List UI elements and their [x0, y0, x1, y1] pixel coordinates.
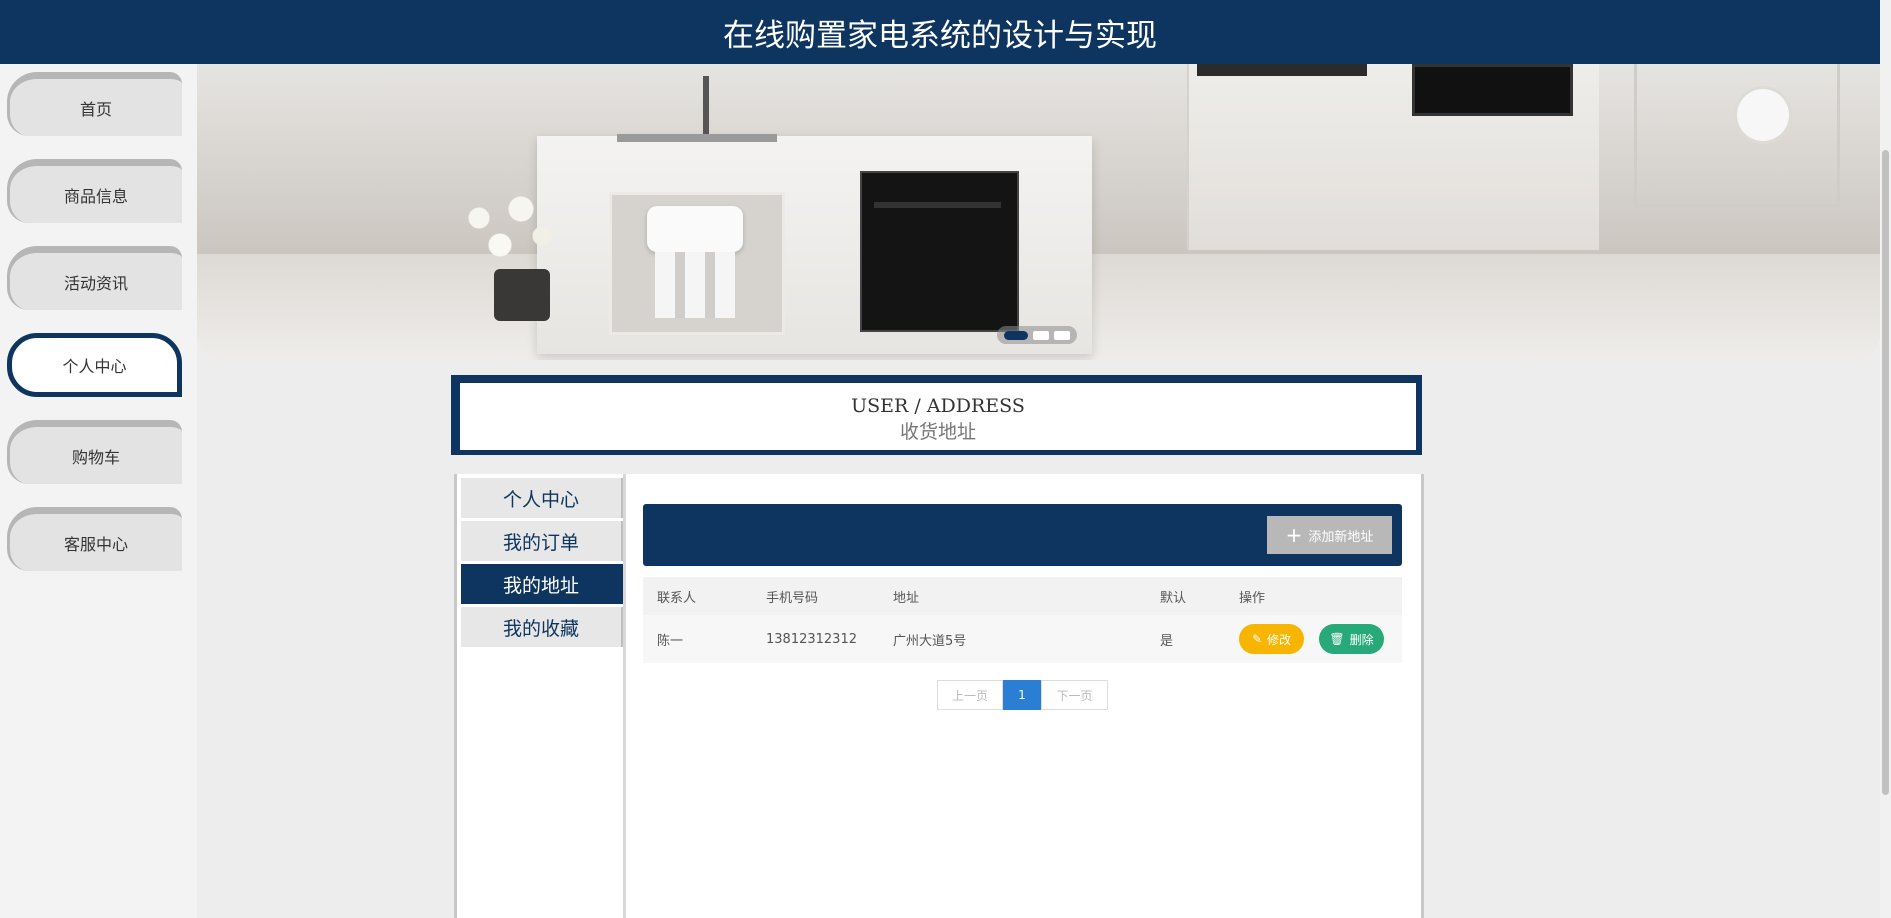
sidebar-item-label: 客服中心	[63, 534, 128, 554]
dishwasher	[860, 171, 1019, 332]
site-header: 在线购置家电系统的设计与实现	[0, 0, 1880, 64]
delete-label: 删除	[1349, 632, 1374, 647]
pencil-icon: ✎	[1251, 632, 1263, 646]
table-row: 陈一 13812312312 广州大道5号 是 ✎ 修改 🗑 删除	[643, 615, 1402, 663]
sidebar-item-label: 个人中心	[62, 357, 127, 376]
address-toolbar: + 添加新地址	[643, 504, 1402, 566]
submenu-item-address[interactable]: 我的地址	[461, 564, 625, 604]
pagination: 上一页 1 下一页	[937, 680, 1108, 710]
dishwasher-panel	[874, 202, 1001, 208]
edit-label: 修改	[1267, 632, 1292, 647]
header-address: 地址	[893, 590, 920, 606]
cell-address: 广州大道5号	[893, 633, 967, 649]
sidebar-item-service[interactable]: 客服中心	[7, 507, 182, 571]
water-purifier	[647, 206, 743, 252]
sidebar-item-label: 商品信息	[63, 186, 128, 206]
table-header: 联系人 手机号码 地址 默认 操作	[643, 577, 1402, 615]
carousel-dot-1[interactable]	[1004, 330, 1028, 340]
submenu-item-orders[interactable]: 我的订单	[461, 521, 625, 561]
sink	[617, 134, 777, 142]
sidebar-item-cart[interactable]: 购物车	[7, 420, 182, 484]
panel-divider	[623, 474, 626, 918]
cell-phone: 13812312312	[766, 631, 857, 647]
next-page-button[interactable]: 下一页	[1041, 680, 1108, 710]
cell-default: 是	[1160, 633, 1174, 649]
edit-button[interactable]: ✎ 修改	[1239, 624, 1304, 654]
sidebar-item-label: 首页	[79, 99, 112, 119]
purifier-filters	[655, 252, 735, 318]
submenu-item-favorites[interactable]: 我的收藏	[461, 607, 625, 647]
delete-button[interactable]: 🗑 删除	[1319, 624, 1384, 654]
sidebar-item-label: 购物车	[71, 447, 120, 467]
display-shelf	[1634, 64, 1840, 207]
carousel-dot-3[interactable]	[1054, 330, 1070, 340]
flowers	[437, 182, 577, 272]
trash-icon: 🗑	[1329, 632, 1345, 646]
header-phone: 手机号码	[766, 590, 819, 606]
flower-vase	[494, 269, 550, 321]
add-address-button[interactable]: + 添加新地址	[1267, 516, 1392, 554]
header-default: 默认	[1160, 590, 1187, 606]
carousel-dot-2[interactable]	[1033, 330, 1049, 340]
submenu-item-label: 我的收藏	[502, 617, 579, 640]
site-title: 在线购置家电系统的设计与实现	[723, 17, 1157, 54]
section-title-cn: 收货地址	[899, 421, 976, 443]
submenu-item-label: 我的地址	[502, 574, 579, 597]
sidebar-item-products[interactable]: 商品信息	[7, 159, 182, 223]
carousel-indicators	[997, 326, 1077, 344]
banner-carousel[interactable]	[197, 64, 1880, 360]
built-in-oven	[1412, 64, 1573, 116]
decor-plate	[1737, 89, 1789, 141]
range-hood	[1197, 64, 1367, 76]
section-title-en: USER / ADDRESS	[851, 395, 1025, 417]
plus-icon: +	[1285, 523, 1303, 547]
add-address-label: 添加新地址	[1308, 529, 1374, 545]
submenu-item-label: 个人中心	[502, 488, 579, 511]
section-title-box: USER / ADDRESS 收货地址	[451, 375, 1422, 455]
scrollbar-thumb[interactable]	[1882, 150, 1889, 795]
header-actions: 操作	[1239, 590, 1266, 606]
sidebar-item-label: 活动资讯	[63, 273, 128, 293]
faucet	[703, 76, 709, 136]
current-page-button[interactable]: 1	[1003, 680, 1041, 710]
sidebar-item-home[interactable]: 首页	[7, 72, 182, 136]
user-submenu: 个人中心 我的订单 我的地址 我的收藏	[461, 478, 625, 650]
submenu-item-label: 我的订单	[502, 531, 579, 554]
sidebar-item-user-center[interactable]: 个人中心	[7, 333, 182, 397]
sidebar-item-news[interactable]: 活动资讯	[7, 246, 182, 310]
cell-contact: 陈一	[657, 633, 684, 649]
address-table: 联系人 手机号码 地址 默认 操作 陈一 13812312312 广州大道5号 …	[643, 577, 1402, 663]
header-contact: 联系人	[657, 590, 697, 606]
page-scrollbar[interactable]	[1880, 0, 1891, 918]
sidebar-nav: 首页 商品信息 活动资讯 个人中心 购物车 客服中心	[0, 64, 197, 918]
submenu-item-user-center[interactable]: 个人中心	[461, 478, 625, 518]
address-panel: 个人中心 我的订单 我的地址 我的收藏 + 添加新地址 联系人 手机号码 地址 …	[454, 474, 1424, 918]
prev-page-button[interactable]: 上一页	[937, 680, 1003, 710]
